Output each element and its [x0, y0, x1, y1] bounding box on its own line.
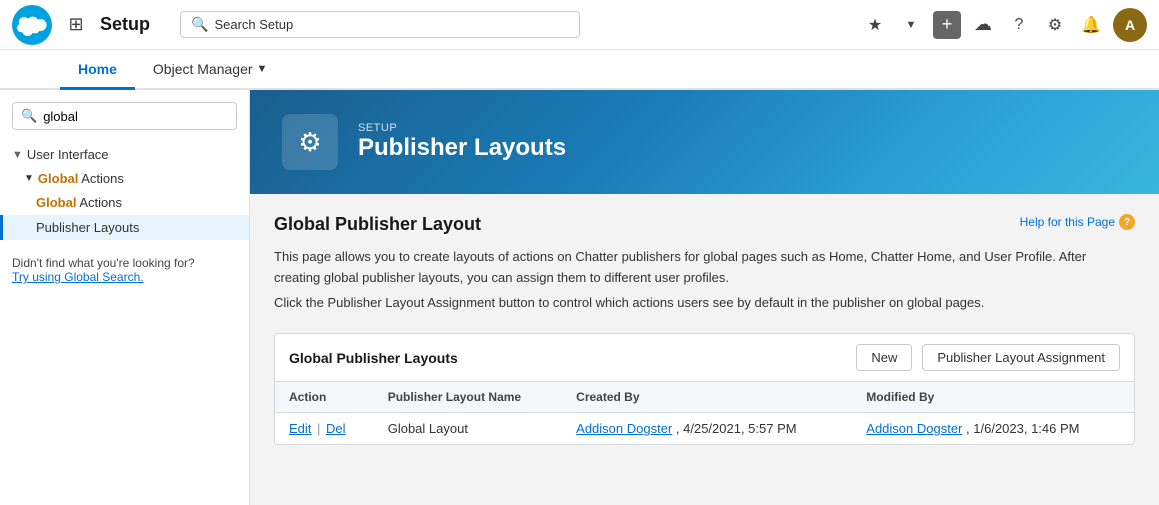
gear-icon[interactable]: ⚙: [1041, 11, 1069, 39]
created-by-link[interactable]: Addison Dogster: [576, 421, 672, 436]
content-body: Help for this Page ? Global Publisher La…: [250, 194, 1159, 465]
search-icon: 🔍: [191, 16, 208, 33]
row-action: Edit | Del: [275, 413, 374, 445]
publisher-layouts-table: Action Publisher Layout Name Created By …: [275, 382, 1134, 444]
help-question-icon: ?: [1119, 214, 1135, 230]
new-button[interactable]: New: [856, 344, 912, 371]
created-date: , 4/25/2021, 5:57 PM: [676, 421, 797, 436]
grid-icon[interactable]: ⊞: [62, 11, 90, 39]
publisher-layout-assignment-button[interactable]: Publisher Layout Assignment: [922, 344, 1120, 371]
sidebar-search-bar[interactable]: 🔍: [12, 102, 237, 130]
setup-label: Setup: [100, 14, 150, 35]
add-icon[interactable]: +: [933, 11, 961, 39]
modified-by-link[interactable]: Addison Dogster: [866, 421, 962, 436]
del-link[interactable]: Del: [326, 421, 346, 436]
col-action: Action: [275, 382, 374, 413]
sidebar-sub-label: Global Actions: [38, 171, 124, 186]
main-layout: 🔍 ▼ User Interface ▼ Global Actions Glob…: [0, 90, 1159, 505]
not-found-text: Didn't find what you're looking for?: [12, 256, 237, 270]
object-manager-chevron: ▼: [257, 63, 268, 75]
global-actions-chevron: ▼: [24, 173, 34, 184]
global-publisher-layouts-table-section: Global Publisher Layouts New Publisher L…: [274, 333, 1135, 445]
tab-object-manager[interactable]: Object Manager ▼: [135, 50, 286, 90]
sidebar-item-publisher-layouts[interactable]: Publisher Layouts: [0, 215, 249, 240]
user-avatar[interactable]: A: [1113, 8, 1147, 42]
secondary-navigation: Home Object Manager ▼: [0, 50, 1159, 90]
salesforce-logo: [12, 5, 52, 45]
col-created-by: Created By: [562, 382, 852, 413]
table-header-title: Global Publisher Layouts: [289, 350, 846, 366]
description-line-1: This page allows you to create layouts o…: [274, 247, 1135, 289]
section-description: This page allows you to create layouts o…: [274, 247, 1135, 313]
page-header-title: Publisher Layouts: [358, 134, 566, 162]
table-header-bar: Global Publisher Layouts New Publisher L…: [275, 334, 1134, 382]
sidebar-item-global-actions[interactable]: Global Actions: [0, 190, 249, 215]
global-search-input[interactable]: [214, 17, 569, 32]
sidebar: 🔍 ▼ User Interface ▼ Global Actions Glob…: [0, 90, 250, 505]
help-link[interactable]: Help for this Page ?: [1020, 214, 1135, 230]
edit-link[interactable]: Edit: [289, 421, 311, 436]
global-search-bar[interactable]: 🔍: [180, 11, 580, 38]
content-area: ⚙ SETUP Publisher Layouts Help for this …: [250, 90, 1159, 505]
col-modified-by: Modified By: [852, 382, 1134, 413]
page-header-text: SETUP Publisher Layouts: [358, 122, 566, 162]
sidebar-group-user-interface: ▼ User Interface ▼ Global Actions Global…: [0, 142, 249, 240]
sidebar-not-found: Didn't find what you're looking for? Try…: [0, 240, 249, 300]
not-found-link[interactable]: Try using Global Search.: [12, 270, 237, 284]
action-separator: |: [317, 421, 324, 436]
sidebar-item-label-publisher-layouts: Publisher Layouts: [36, 220, 139, 235]
modified-date: , 1/6/2023, 1:46 PM: [966, 421, 1079, 436]
sidebar-group-header-user-interface[interactable]: ▼ User Interface: [0, 142, 249, 167]
table-row: Edit | Del Global Layout Addison Dogster…: [275, 413, 1134, 445]
sidebar-sub-header-global-actions[interactable]: ▼ Global Actions: [0, 167, 249, 190]
user-interface-chevron: ▼: [12, 149, 23, 161]
section-title: Global Publisher Layout: [274, 214, 1135, 235]
favorites-chevron-icon[interactable]: ▼: [897, 11, 925, 39]
sidebar-item-label-global-actions: Global Actions: [36, 195, 122, 210]
sidebar-sub-group-global-actions: ▼ Global Actions Global Actions Publishe…: [0, 167, 249, 240]
description-line-2: Click the Publisher Layout Assignment bu…: [274, 293, 1135, 314]
sidebar-search-input[interactable]: [43, 109, 228, 124]
help-link-text: Help for this Page: [1020, 215, 1115, 229]
cloud-icon[interactable]: ☁: [969, 11, 997, 39]
favorites-icon[interactable]: ★: [861, 11, 889, 39]
sidebar-group-label: User Interface: [27, 147, 109, 162]
page-header-icon: ⚙: [282, 114, 338, 170]
bell-icon[interactable]: 🔔: [1077, 11, 1105, 39]
table-header-row: Action Publisher Layout Name Created By …: [275, 382, 1134, 413]
page-header-setup-label: SETUP: [358, 122, 566, 134]
row-created-by: Addison Dogster , 4/25/2021, 5:57 PM: [562, 413, 852, 445]
row-layout-name: Global Layout: [374, 413, 562, 445]
top-nav-actions: ★ ▼ + ☁ ? ⚙ 🔔 A: [861, 8, 1147, 42]
sidebar-search-icon: 🔍: [21, 108, 37, 124]
top-navigation: ⊞ Setup 🔍 ★ ▼ + ☁ ? ⚙ 🔔 A: [0, 0, 1159, 50]
gear-icon-large: ⚙: [298, 127, 321, 158]
row-modified-by: Addison Dogster , 1/6/2023, 1:46 PM: [852, 413, 1134, 445]
help-icon[interactable]: ?: [1005, 11, 1033, 39]
col-layout-name: Publisher Layout Name: [374, 382, 562, 413]
tab-home[interactable]: Home: [60, 50, 135, 90]
page-header-banner: ⚙ SETUP Publisher Layouts: [250, 90, 1159, 194]
